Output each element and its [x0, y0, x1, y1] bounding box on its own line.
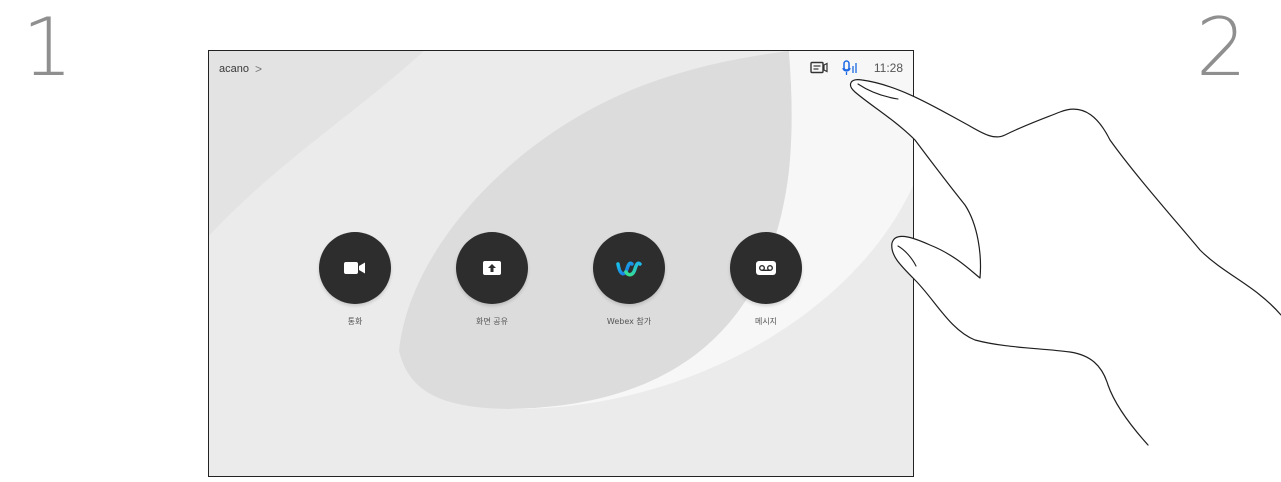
join-webex-button[interactable]	[593, 232, 665, 304]
step-number-2: 2	[1196, 1, 1247, 94]
share-upload-icon	[483, 261, 501, 275]
call-label: 통화	[347, 317, 363, 326]
microphone-status-icon[interactable]	[842, 60, 860, 76]
webex-logo-icon	[616, 261, 642, 277]
share-screen-label: 화면 공유	[476, 317, 508, 326]
status-bar: 11:28	[810, 60, 903, 76]
share-screen-button[interactable]	[456, 232, 528, 304]
share-screen-action[interactable]: 화면 공유	[456, 232, 528, 327]
step-number-1: 1	[22, 1, 73, 94]
video-camera-icon	[344, 262, 365, 274]
messages-label: 메시지	[754, 317, 778, 326]
messages-button[interactable]	[730, 232, 802, 304]
call-button[interactable]	[319, 232, 391, 304]
messages-action[interactable]: 메시지	[730, 232, 802, 327]
chevron-right-icon: >	[254, 62, 262, 76]
join-webex-action[interactable]: Webex 참가	[593, 232, 665, 327]
join-webex-label: Webex 참가	[606, 317, 652, 326]
touch-panel-screen: acano > 11:28 통화 화면 공유 Webex 참가 메시지	[208, 50, 914, 477]
clock-time: 11:28	[873, 61, 903, 75]
room-name[interactable]: acano >	[219, 62, 262, 76]
room-name-label: acano	[219, 63, 249, 75]
action-buttons-row: 통화 화면 공유 Webex 참가 메시지	[319, 232, 802, 327]
voicemail-icon	[756, 261, 776, 275]
call-action[interactable]: 통화	[319, 232, 391, 327]
instruction-figure: 1 2 acano > 11:28 통화 화면 공유 Webex 참가 메시지	[0, 0, 1281, 482]
screen-share-status-icon[interactable]	[810, 60, 828, 76]
